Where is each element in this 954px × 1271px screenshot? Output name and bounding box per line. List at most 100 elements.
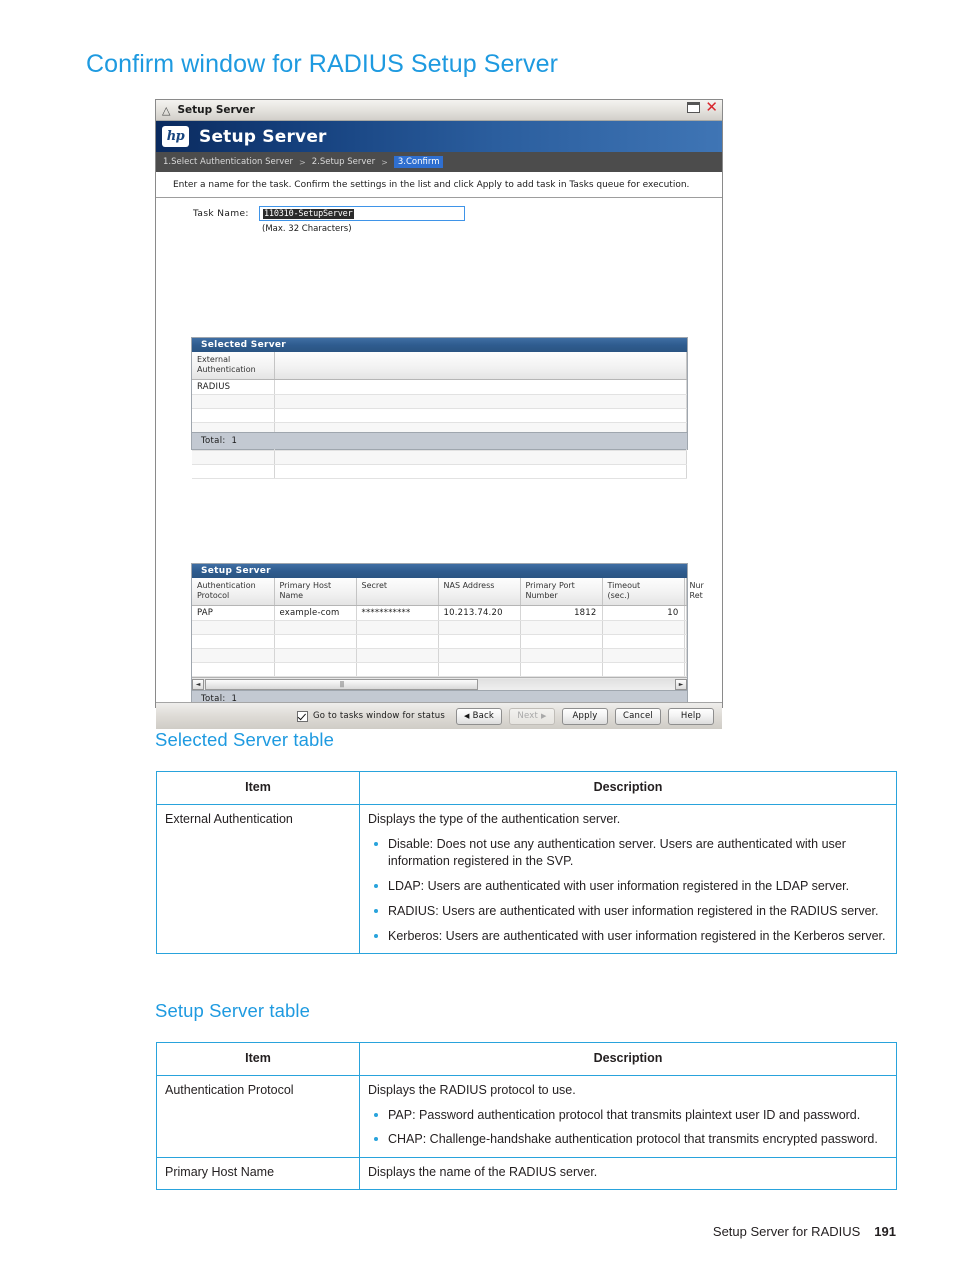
horizontal-scrollbar[interactable]: ◄ |||| ► — [192, 677, 687, 690]
dialog-titlebar: △ Setup Server ✕ — [156, 100, 722, 121]
table-header-row: Item Description — [156, 1042, 897, 1076]
header-description: Description — [359, 771, 897, 805]
close-icon[interactable]: ✕ — [705, 100, 718, 115]
table-row[interactable] — [192, 394, 687, 409]
cell-description-primary-host-name: Displays the name of the RADIUS server. — [359, 1157, 897, 1190]
task-name-input[interactable]: 110310-SetupServer — [259, 206, 465, 221]
cell-nas-address: 10.213.74.20 — [438, 605, 521, 621]
description-intro: Displays the type of the authentication … — [368, 811, 621, 826]
cell-blank — [602, 620, 685, 635]
setup-server-dialog: △ Setup Server ✕ hp Setup Server 1.Selec… — [155, 99, 723, 729]
header-item: Item — [156, 1042, 360, 1076]
table-row[interactable] — [192, 464, 687, 479]
table-header-row: External Authentication — [192, 352, 687, 380]
help-button[interactable]: Help — [668, 707, 714, 725]
scrollbar-track[interactable]: |||| — [204, 678, 675, 690]
table-row[interactable] — [192, 620, 687, 635]
cell-blank — [602, 634, 685, 649]
column-secret[interactable]: Secret — [356, 578, 439, 606]
column-nas-address[interactable]: NAS Address — [438, 578, 521, 606]
cell-blank — [602, 648, 685, 663]
cell-primary-port-number: 1812 — [520, 605, 603, 621]
cell-blank — [192, 662, 275, 677]
checkbox-checked-icon[interactable] — [296, 710, 308, 722]
cell-blank — [274, 662, 357, 677]
column-primary-host-name[interactable]: Primary Host Name — [274, 578, 357, 606]
cell-blank — [192, 648, 275, 663]
scroll-left-arrow-icon[interactable]: ◄ — [192, 678, 204, 690]
column-external-authentication[interactable]: External Authentication — [192, 352, 275, 380]
setup-server-doc-table: Item Description Authentication Protocol… — [156, 1042, 897, 1190]
cell-blank — [438, 634, 521, 649]
breadcrumb-step-3[interactable]: 3.Confirm — [393, 156, 444, 168]
table-row[interactable] — [192, 662, 687, 677]
cell-blank — [684, 648, 687, 663]
cell-blank — [274, 634, 357, 649]
cell-authentication-protocol: PAP — [192, 605, 275, 621]
next-arrow-icon: ▶ — [541, 711, 547, 720]
column-timeout[interactable]: Timeout (sec.) — [602, 578, 685, 606]
table-row[interactable] — [192, 450, 687, 465]
breadcrumb-step-2[interactable]: 2.Setup Server — [312, 157, 375, 167]
table-row[interactable]: RADIUS — [192, 379, 687, 395]
cell-blank — [192, 408, 275, 423]
cell-blank — [274, 620, 357, 635]
back-button-label: Back — [472, 711, 494, 721]
table-row: External Authentication Displays the typ… — [156, 803, 897, 955]
task-name-hint: (Max. 32 Characters) — [262, 224, 352, 234]
next-button-label: Next — [517, 711, 538, 721]
cell-blank — [438, 662, 521, 677]
table-row[interactable]: PAP example-com *********** 10.213.74.20… — [192, 605, 687, 621]
back-arrow-icon: ◀ — [463, 711, 470, 720]
window-controls: ✕ — [687, 100, 718, 115]
description-intro: Displays the RADIUS protocol to use. — [368, 1082, 576, 1097]
cell-item-external-authentication: External Authentication — [156, 803, 360, 955]
cell-blank — [356, 648, 439, 663]
cell-blank — [684, 620, 687, 635]
selected-server-grid: External Authentication RADIUS — [192, 352, 687, 479]
list-item: PAP: Password authentication protocol th… — [368, 1107, 888, 1125]
column-authentication-protocol[interactable]: Authentication Protocol — [192, 578, 275, 606]
cell-blank — [274, 379, 687, 395]
cell-blank — [520, 620, 603, 635]
cell-blank — [274, 648, 357, 663]
selected-server-total: Total: 1 — [192, 432, 687, 449]
cell-blank — [520, 648, 603, 663]
page-number: 191 — [874, 1224, 896, 1239]
apply-button[interactable]: Apply — [562, 707, 608, 725]
column-number-of-retries[interactable]: Nur Ret — [684, 578, 704, 606]
setup-server-table-heading: Setup Server table — [155, 1000, 311, 1021]
chevron-up-icon[interactable]: △ — [162, 105, 170, 116]
column-primary-port-number[interactable]: Primary Port Number — [520, 578, 603, 606]
table-row[interactable] — [192, 648, 687, 663]
cell-blank — [520, 634, 603, 649]
breadcrumb-step-1[interactable]: 1.Select Authentication Server — [163, 157, 293, 167]
dialog-body: Task Name: 110310-SetupServer (Max. 32 C… — [156, 198, 722, 729]
cell-blank — [356, 662, 439, 677]
list-item: Kerberos: Users are authenticated with u… — [368, 928, 888, 946]
cell-blank — [356, 620, 439, 635]
breadcrumb-separator: > — [299, 157, 306, 167]
cell-external-authentication: RADIUS — [192, 379, 275, 395]
total-label: Total: — [201, 436, 226, 446]
column-spacer — [274, 352, 687, 380]
scrollbar-thumb[interactable]: |||| — [205, 678, 479, 690]
cell-blank — [602, 662, 685, 677]
cell-number-of-retries — [684, 605, 687, 621]
maximize-icon[interactable] — [687, 102, 701, 113]
table-row[interactable] — [192, 634, 687, 649]
cell-timeout: 10 — [602, 605, 685, 621]
cancel-button[interactable]: Cancel — [615, 707, 661, 725]
cell-blank — [192, 394, 275, 409]
selected-server-doc-table: Item Description External Authentication… — [156, 771, 897, 955]
table-row: Authentication Protocol Displays the RAD… — [156, 1074, 897, 1159]
cell-blank — [438, 620, 521, 635]
scroll-right-arrow-icon[interactable]: ► — [675, 678, 687, 690]
cell-blank — [192, 450, 275, 465]
go-to-tasks-checkbox-label: Go to tasks window for status — [312, 711, 445, 721]
task-name-value: 110310-SetupServer — [263, 208, 354, 219]
table-row[interactable] — [192, 408, 687, 423]
go-to-tasks-checkbox[interactable]: Go to tasks window for status — [296, 710, 445, 722]
back-button[interactable]: ◀ Back — [455, 707, 502, 725]
dialog-title: Setup Server — [177, 104, 255, 116]
